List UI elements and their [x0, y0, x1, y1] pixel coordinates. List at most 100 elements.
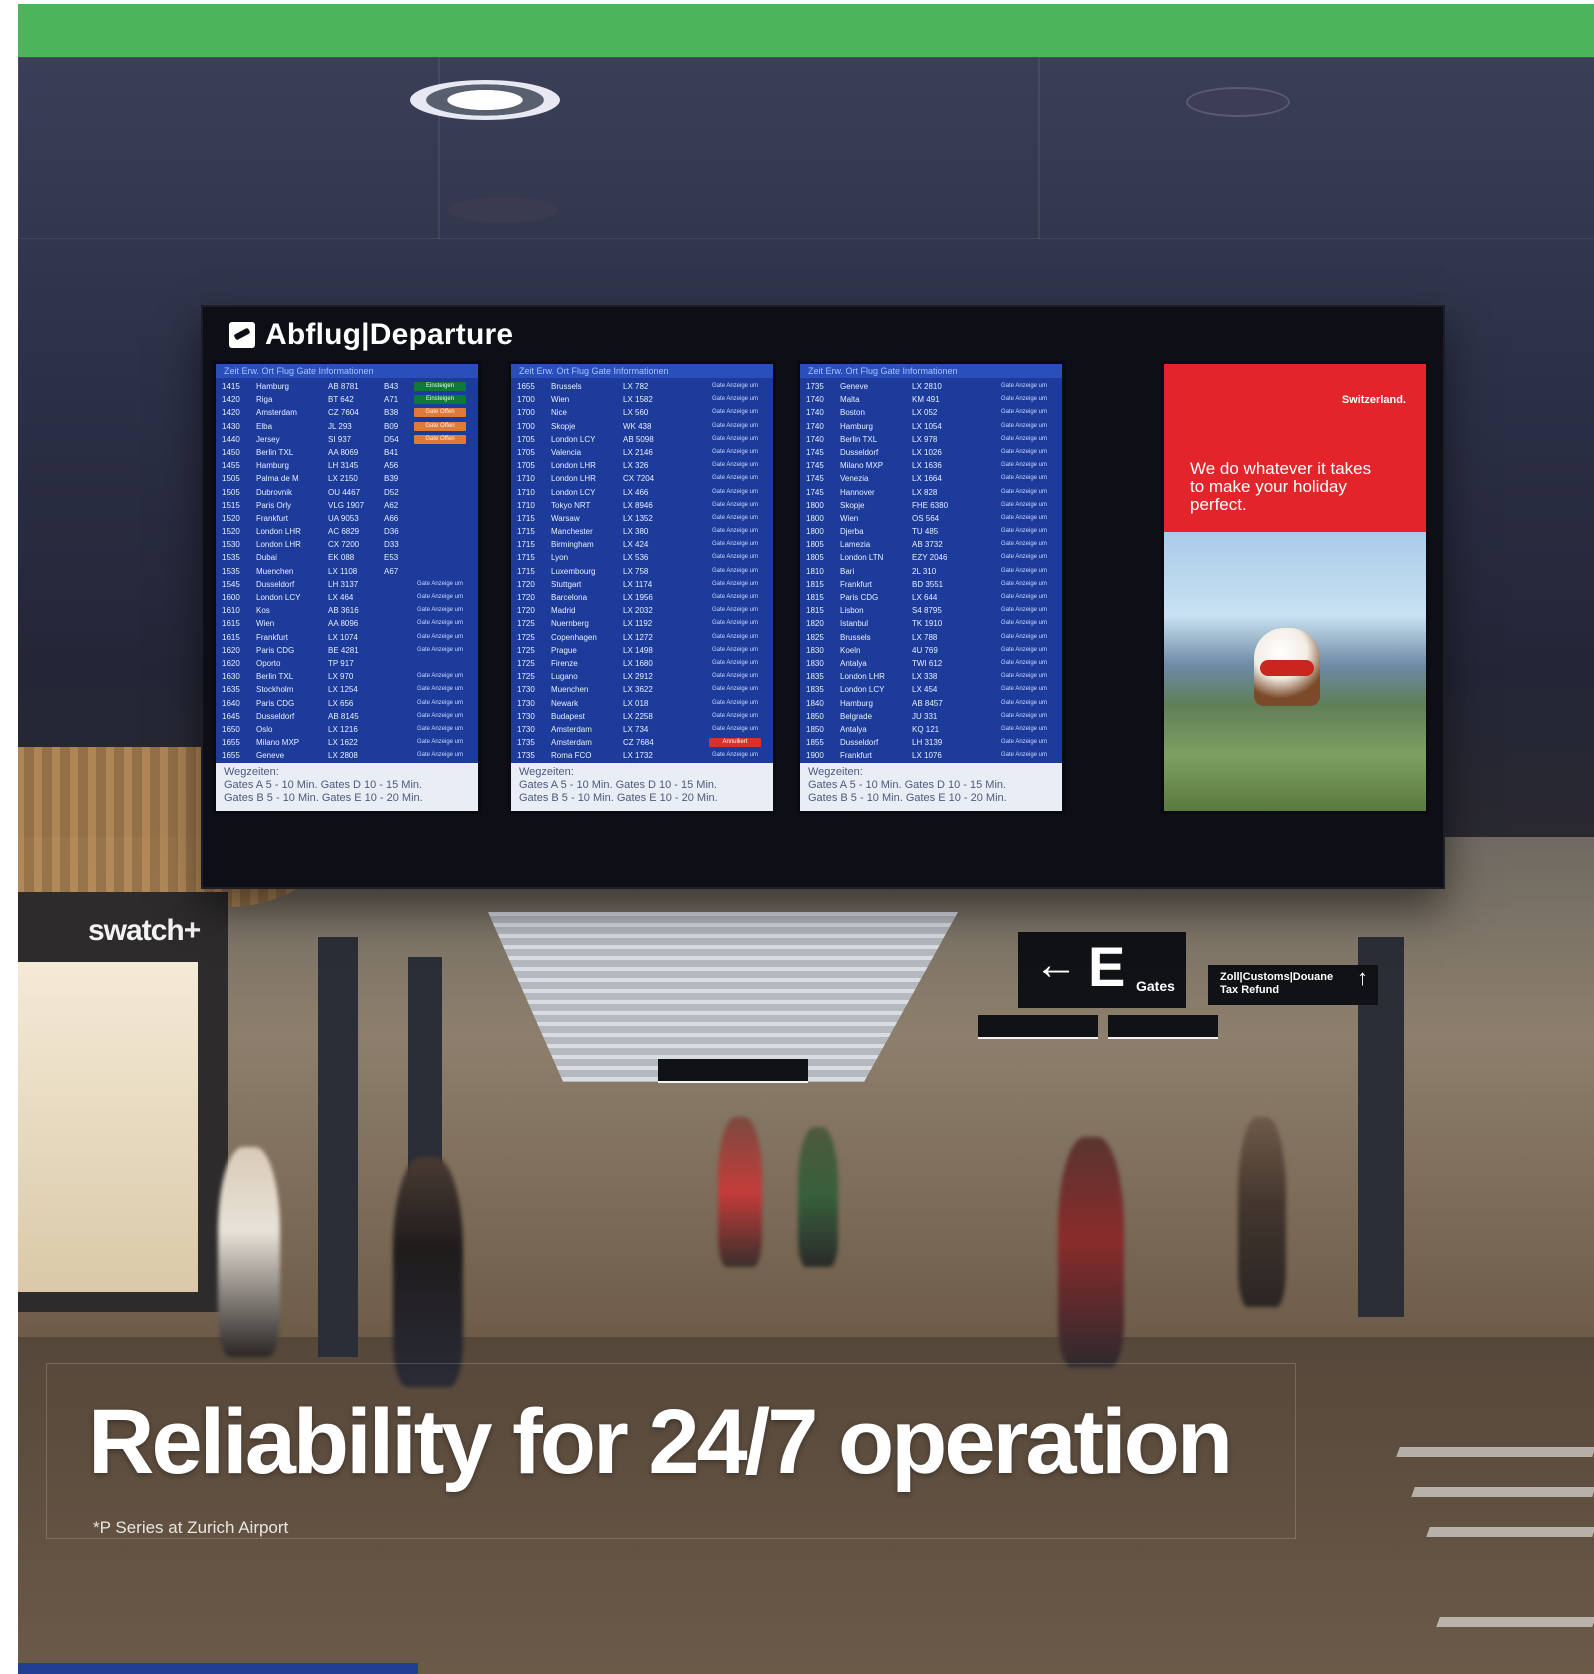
flight-status: Gate Anzeige um [711, 633, 759, 640]
departure-time: 1725 [517, 658, 535, 668]
floor-marking [1396, 1447, 1594, 1457]
flight-number: EZY 2046 [912, 553, 948, 563]
departure-time: 1835 [806, 685, 824, 695]
gate [679, 670, 709, 683]
flight-row: 1535 Muenchen LX 1108 A67 [222, 565, 472, 578]
ceiling-light [410, 80, 560, 120]
destination: Wien [840, 513, 859, 523]
flight-number: TU 485 [912, 527, 939, 537]
flight-row: 1725 Copenhagen LX 1272 Gate Anzeige um [517, 631, 767, 644]
departure-time: 1745 [806, 461, 824, 471]
flight-status [414, 448, 466, 457]
flight-status: Gate Anzeige um [416, 620, 464, 627]
footer-line: Wegzeiten: [519, 766, 574, 778]
departure-time: 1635 [222, 685, 240, 695]
destination: Manchester [551, 527, 593, 537]
flight-status [414, 488, 466, 497]
flight-number: UA 9053 [328, 513, 359, 523]
destination: London LHR [551, 461, 596, 471]
flight-number: LX 1192 [623, 619, 653, 629]
flight-status: Gate Anzeige um [1000, 607, 1048, 614]
flight-number: 4U 769 [912, 645, 938, 655]
flight-row: 1730 Budapest LX 2258 Gate Anzeige um [517, 710, 767, 723]
flight-number: AB 3616 [328, 606, 359, 616]
flight-row: 1615 Wien AA 8096 Gate Anzeige um [222, 617, 472, 630]
ad-image-dog-landscape [1164, 532, 1426, 811]
flight-number: 2L 310 [912, 566, 937, 576]
flight-number: LH 3145 [328, 461, 359, 471]
flight-number: JL 293 [328, 421, 352, 431]
gate [968, 736, 998, 749]
traveler [218, 1147, 280, 1357]
destination: Milano MXP [256, 738, 300, 748]
flight-row: 1745 Milano MXP LX 1636 Gate Anzeige um [806, 459, 1056, 472]
gate [384, 683, 414, 696]
flight-number: LX 758 [623, 566, 649, 576]
flight-status: Gate Anzeige um [416, 673, 464, 680]
destination: Riga [256, 395, 273, 405]
flight-row: 1740 Hamburg LX 1054 Gate Anzeige um [806, 420, 1056, 433]
traveler [798, 1127, 838, 1267]
flight-row: 1705 London LHR LX 326 Gate Anzeige um [517, 459, 767, 472]
footer-line: Gates A 5 - 10 Min. Gates D 10 - 15 Min. [808, 779, 1007, 791]
store-sign: swatch+ [88, 914, 201, 947]
flight-row: 1855 Dusseldorf LH 3139 Gate Anzeige um [806, 736, 1056, 749]
gate [968, 697, 998, 710]
airplane-departure-icon [229, 322, 255, 348]
gate [968, 512, 998, 525]
flight-number: S4 8795 [912, 606, 942, 616]
flight-status: Gate Anzeige um [1000, 448, 1048, 455]
ad-banner: Switzerland. We do whatever it takes to … [1164, 364, 1426, 532]
destination: London LHR [256, 527, 301, 537]
flight-row: 1725 Firenze LX 1680 Gate Anzeige um [517, 657, 767, 670]
departure-time: 1650 [222, 724, 240, 734]
screen-column-header: Zeit Erw. Ort Flug Gate Informationen [216, 364, 478, 378]
gate [679, 710, 709, 723]
departure-time: 1455 [222, 461, 240, 471]
flight-status: Einsteigen [414, 382, 466, 391]
flight-row: 1830 Koeln 4U 769 Gate Anzeige um [806, 644, 1056, 657]
gate [968, 604, 998, 617]
flight-row: 1730 Newark LX 018 Gate Anzeige um [517, 697, 767, 710]
flight-status: Gate Anzeige um [416, 686, 464, 693]
flight-number: FHE 6380 [912, 500, 949, 510]
gate [968, 486, 998, 499]
traveler [393, 1157, 463, 1387]
flight-status [414, 659, 466, 668]
flight-number: LX 2150 [328, 474, 358, 484]
ad-slogan: We do whatever it takes to make your hol… [1190, 459, 1372, 514]
gate [679, 459, 709, 472]
flight-row: 1835 London LHR LX 338 Gate Anzeige um [806, 670, 1056, 683]
footer-line: Wegzeiten: [808, 766, 863, 778]
flight-row: 1530 London LHR CX 7200 D33 [222, 538, 472, 551]
flight-status [414, 527, 466, 536]
departure-time: 1655 [517, 382, 535, 391]
departure-time: 1740 [806, 421, 824, 431]
gate: A62 [384, 500, 399, 510]
flight-status: Gate Anzeige um [1000, 752, 1048, 759]
gate [968, 591, 998, 604]
customs-sign-line2: Tax Refund [1220, 984, 1280, 996]
flight-number: WK 438 [623, 421, 652, 431]
flight-row: 1735 Geneve LX 2810 Gate Anzeige um [806, 380, 1056, 393]
departure-time: 1725 [517, 672, 535, 682]
destination: London LHR [840, 672, 885, 682]
flight-status: Gate Anzeige um [711, 594, 759, 600]
gate [679, 512, 709, 525]
flight-status: Gate Anzeige um [711, 514, 759, 521]
departure-time: 1420 [222, 408, 240, 418]
departure-time: 1835 [806, 672, 824, 682]
destination: Prague [551, 645, 577, 655]
flight-status: Gate Anzeige um [711, 422, 759, 429]
flight-number: TK 1910 [912, 619, 943, 629]
flight-status: Einsteigen [414, 395, 466, 405]
departure-time: 1600 [222, 593, 240, 602]
destination: Bari [840, 566, 855, 576]
departure-time: 1730 [517, 685, 535, 695]
gate [679, 406, 709, 419]
flight-number: LX 734 [623, 724, 649, 734]
flight-status: Gate Anzeige um [711, 488, 759, 495]
flight-status: Gate Anzeige um [1000, 501, 1048, 508]
gates-e-sign: ← E Gates [1018, 932, 1186, 1008]
destination: Koeln [840, 645, 861, 655]
